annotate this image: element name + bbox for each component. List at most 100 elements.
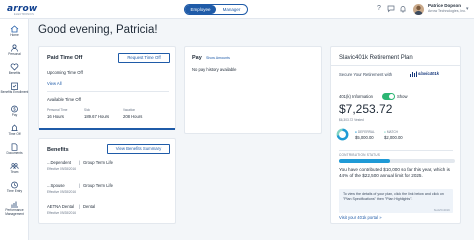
- notifications-icon[interactable]: [399, 5, 407, 13]
- secure-retirement-text: Secure Your Retirement with: [339, 72, 393, 77]
- match-label: ● MATCH: [384, 130, 398, 134]
- benefit-name: ...Dependent: [47, 160, 71, 165]
- divider: [331, 65, 460, 66]
- role-toggle: Employee Manager: [184, 4, 248, 15]
- available-time-off-label: Available Time Off: [47, 97, 81, 102]
- top-bar: arrow ELECTRONICS Employee Manager ? Pat…: [0, 0, 474, 19]
- pay-title: Pay: [192, 55, 202, 61]
- documents-icon: [10, 143, 19, 151]
- upcoming-time-off-label: Upcoming Time Off: [47, 70, 83, 75]
- retirement-card: Slavic401k Retirement Plan Secure Your R…: [330, 46, 461, 224]
- match-dot-icon: ●: [384, 130, 386, 134]
- company-logo-subtitle: ELECTRONICS: [14, 13, 34, 16]
- contribution-status-label: CONTRIBUTION STATUS: [339, 153, 381, 157]
- sidebar-item-home[interactable]: Home: [0, 25, 29, 38]
- plan-details-brand: SLAVIC401K: [433, 208, 450, 212]
- plan-details-text: To view the details of your plan, click …: [343, 192, 444, 201]
- sidebar-item-benefits[interactable]: Benefits: [0, 63, 29, 76]
- 401k-info-label: 401(k) Information: [339, 94, 373, 99]
- card-accent-strip: [39, 128, 175, 130]
- contribution-progress-fill: [339, 159, 391, 163]
- sidebar-item-label: Time Off: [8, 132, 21, 136]
- contribution-progress-bar: [339, 159, 455, 163]
- benefit-plan: Group Term Life: [83, 183, 113, 188]
- view-benefits-summary-button[interactable]: View Benefits Summary: [107, 144, 170, 154]
- sidebar-item-label: Time Entry: [6, 189, 23, 193]
- sidebar-item-label: Benefits Enrollment: [0, 90, 29, 94]
- chevron-down-icon[interactable]: ▾: [466, 6, 469, 12]
- contribution-status-text: You have contributed $10,000 so far this…: [339, 167, 450, 178]
- sidebar-item-personal[interactable]: Personal: [0, 44, 29, 57]
- user-menu[interactable]: Patrice Dopson Arrow Technologies, Inc.: [428, 3, 468, 13]
- benefit-separator: |: [79, 160, 81, 165]
- sidebar-item-documents[interactable]: Documents: [0, 143, 29, 156]
- benefit-separator: |: [79, 183, 81, 188]
- svg-text:$: $: [13, 107, 16, 112]
- benefit-effective-date: Effective 09/28/2016: [47, 190, 77, 194]
- benefit-separator: |: [79, 204, 81, 209]
- sidebar-item-pay[interactable]: $ Pay: [0, 105, 29, 118]
- match-value: $2,000.00: [384, 135, 403, 140]
- benefits-card: Benefits View Benefits Summary ...Depend…: [38, 138, 176, 224]
- balance-type: Sick: [84, 108, 91, 112]
- sidebar-item-performance-management[interactable]: Performance Management: [0, 200, 29, 216]
- request-time-off-button[interactable]: Request Time Off: [118, 53, 170, 63]
- slavic-bars-icon: [410, 71, 417, 77]
- user-name: Patrice Dopson: [428, 3, 462, 8]
- view-all-link[interactable]: View All: [47, 81, 62, 86]
- paid-time-off-title: Paid Time Off: [47, 55, 83, 61]
- page-title: Good evening, Patricia!: [38, 24, 158, 36]
- divider: [47, 91, 169, 92]
- balance-value: 189.67 Hours: [84, 114, 110, 119]
- sidebar-item-time-off[interactable]: Time Off: [0, 124, 29, 137]
- sidebar: Home Personal Benefits Benefits Enrollme…: [0, 19, 29, 240]
- employee-toggle-button[interactable]: Employee: [185, 5, 216, 14]
- slavic401k-logo: slavic401k: [410, 71, 439, 77]
- user-organization: Arrow Technologies, Inc.: [428, 9, 467, 13]
- benefit-effective-date: Effective 09/28/2016: [47, 211, 77, 215]
- help-icon[interactable]: ?: [375, 5, 383, 13]
- show-toggle[interactable]: [382, 93, 395, 100]
- sidebar-item-team[interactable]: Team: [0, 162, 29, 175]
- sidebar-item-label: Team: [10, 170, 19, 174]
- deferral-dot-icon: ●: [355, 130, 357, 134]
- sidebar-item-label: Home: [10, 33, 19, 37]
- balance-type: Vacation: [123, 108, 136, 112]
- benefit-effective-date: Effective 09/28/2016: [47, 167, 77, 171]
- performance-icon: [10, 200, 19, 208]
- divider: [339, 150, 453, 151]
- sidebar-item-label: Benefits: [8, 71, 21, 75]
- sidebar-item-time-entry[interactable]: Time Entry: [0, 181, 29, 194]
- sidebar-item-label: Personal: [8, 52, 21, 56]
- sidebar-item-label: Performance Management: [5, 208, 24, 216]
- team-icon: [10, 162, 19, 170]
- enrollment-icon: [10, 82, 19, 90]
- time-off-icon: [10, 124, 19, 132]
- sidebar-item-label: Pay: [11, 113, 18, 117]
- clock-icon: [10, 181, 19, 189]
- sidebar-item-benefits-enrollment[interactable]: Benefits Enrollment: [0, 82, 29, 95]
- toggle-knob: [389, 94, 394, 99]
- benefit-name: AETNA Dental: [47, 204, 74, 209]
- manager-toggle-button[interactable]: Manager: [216, 5, 247, 14]
- show-amounts-link[interactable]: Show Amounts: [206, 56, 230, 60]
- plan-details-box: To view the details of your plan, click …: [339, 189, 453, 213]
- paid-time-off-card: Paid Time Off Request Time Off Upcoming …: [38, 46, 176, 130]
- pay-empty-message: No pay history available: [192, 67, 237, 72]
- avatar[interactable]: [413, 4, 424, 15]
- heart-icon: [10, 63, 19, 71]
- benefits-title: Benefits: [47, 147, 69, 153]
- balance-value: 16 Hours: [47, 114, 64, 119]
- deferral-value: $5,000.00: [355, 135, 374, 140]
- deferral-label: ● DEFERRAL: [355, 130, 375, 134]
- sidebar-item-label: Documents: [6, 151, 23, 155]
- pay-card: Pay Show Amounts No pay history availabl…: [184, 46, 322, 134]
- benefit-plan: Dental: [83, 204, 96, 209]
- balance-value: 208 Hours: [123, 114, 143, 119]
- retirement-balance: $7,253.72: [339, 102, 393, 116]
- benefit-plan: Group Term Life: [83, 160, 113, 165]
- visit-401k-portal-link[interactable]: Visit your 401k portal »: [339, 215, 382, 220]
- chat-icon[interactable]: [387, 5, 395, 13]
- contribution-donut: [336, 128, 349, 141]
- home-icon: [10, 25, 19, 33]
